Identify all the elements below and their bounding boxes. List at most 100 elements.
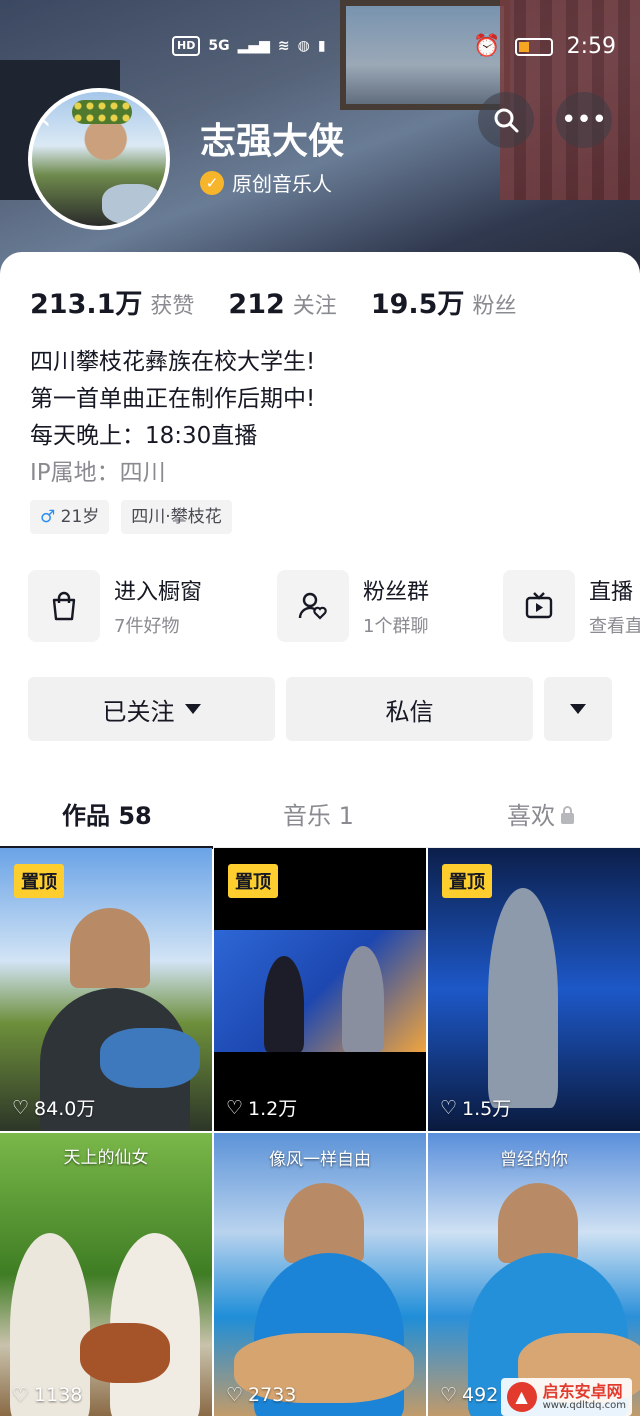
tab-likes[interactable]: 喜欢 xyxy=(507,796,574,831)
tab-works[interactable]: 作品 58 xyxy=(62,796,152,831)
shortcut-live-iconbox xyxy=(503,570,575,642)
like-count-value: 492 xyxy=(462,1384,499,1406)
like-count-value: 84.0万 xyxy=(34,1098,96,1120)
caret-down-icon xyxy=(570,704,586,714)
back-arrow-icon[interactable]: ‹ xyxy=(38,98,78,138)
like-count-value: 1.5万 xyxy=(462,1098,512,1120)
message-button[interactable]: 私信 xyxy=(286,677,533,741)
like-count: ♡ 1.5万 xyxy=(440,1094,511,1121)
wechat-icon: ◍ xyxy=(297,38,310,54)
video-caption: 曾经的你 xyxy=(500,1150,568,1170)
shortcut-row: 进入橱窗 7件好物 粉丝群 1个群聊 直播 查看直 xyxy=(28,570,640,642)
thumbnail-figure xyxy=(342,946,384,1052)
stat-likes-label: 获赞 xyxy=(150,294,195,319)
like-count-value: 2733 xyxy=(248,1384,297,1406)
stat-likes[interactable]: 213.1万 获赞 xyxy=(30,282,194,321)
profile-tags: ♂ 21岁 四川·攀枝花 xyxy=(30,500,232,534)
clock: 2:59 xyxy=(566,34,616,59)
heart-icon: ♡ xyxy=(440,1384,458,1406)
pinned-badge: 置顶 xyxy=(228,864,278,898)
fan-group-icon xyxy=(298,592,327,620)
network-type: 5G xyxy=(208,38,230,54)
watermark-title: 启东安卓网 xyxy=(542,1381,623,1401)
tab-music[interactable]: 音乐 1 xyxy=(283,796,354,831)
heart-icon: ♡ xyxy=(440,1096,458,1119)
pinned-badge: 置顶 xyxy=(14,864,64,898)
status-right: ⏰ 2:59 xyxy=(473,34,616,59)
video-thumbnail[interactable]: 曾经的你 ♡ 492 xyxy=(428,1133,640,1416)
caret-down-icon xyxy=(184,704,201,714)
tv-icon xyxy=(525,592,553,619)
video-thumbnail[interactable]: 天上的仙女 ♡ 1138 xyxy=(0,1133,212,1416)
site-watermark: ▲ 启东安卓网 www.qdltdq.com xyxy=(500,1378,632,1416)
alarm-icon: ⏰ xyxy=(473,34,501,59)
video-caption: 像风一样自由 xyxy=(269,1150,371,1170)
like-count-value: 1.2万 xyxy=(248,1098,298,1120)
video-thumbnail[interactable]: 置顶 ♡ 84.0万 xyxy=(0,848,212,1131)
watermark-text: 启东安卓网 www.qdltdq.com xyxy=(542,1381,626,1411)
ip-location: IP属地：四川 xyxy=(30,460,166,486)
thumbnail-guitar xyxy=(80,1323,170,1383)
stat-followers-value: 19.5万 xyxy=(370,289,465,320)
message-label: 私信 xyxy=(385,697,434,726)
shortcut-fan-group-subtitle: 1个群聊 xyxy=(363,616,429,637)
content-tabs: 作品 58 音乐 1 喜欢 xyxy=(0,780,640,849)
followed-button[interactable]: 已关注 xyxy=(28,677,275,741)
heart-icon: ♡ xyxy=(226,1384,244,1406)
shopping-bag-icon xyxy=(52,591,76,621)
bio-line: 第一首单曲正在制作后期中! xyxy=(30,386,316,412)
action-row: 已关注 私信 xyxy=(28,677,612,741)
thumbnail-figure xyxy=(284,1183,364,1263)
stat-following[interactable]: 212 关注 xyxy=(228,288,336,320)
age-label: 21岁 xyxy=(60,507,100,527)
profile-name: 志强大侠 xyxy=(200,121,345,162)
stat-following-label: 关注 xyxy=(292,294,337,319)
thumbnail-figure xyxy=(70,908,150,988)
watermark-logo-icon: ▲ xyxy=(506,1382,537,1412)
heart-icon: ♡ xyxy=(226,1096,244,1119)
verified-check-icon: ✓ xyxy=(200,170,224,195)
more-options-button[interactable] xyxy=(544,677,612,741)
thumbnail-figure xyxy=(264,956,304,1052)
stats-row: 213.1万 获赞 212 关注 19.5万 粉丝 xyxy=(30,282,550,321)
battery-icon xyxy=(514,37,553,56)
status-bar: HD 5G ▂▄▆ ≋ ◍ ▮ ⏰ 2:59 xyxy=(0,34,640,62)
gender-age-tag: ♂ 21岁 xyxy=(30,500,110,534)
bio-line: 四川攀枝花彝族在校大学生! xyxy=(30,349,316,375)
more-button[interactable]: ••• xyxy=(556,92,612,148)
tab-likes-label: 喜欢 xyxy=(507,802,555,830)
bio-line: 每天晚上：18:30直播 xyxy=(30,423,258,449)
watermark-url: www.qdltdq.com xyxy=(542,1399,626,1411)
video-thumbnail[interactable]: 像风一样自由 ♡ 2733 xyxy=(214,1133,426,1416)
avatar-guitar xyxy=(102,184,162,224)
search-button[interactable] xyxy=(478,92,534,148)
like-count-value: 1138 xyxy=(34,1384,83,1406)
stat-followers-label: 粉丝 xyxy=(472,294,517,319)
video-grid: 置顶 ♡ 84.0万 置顶 ♡ 1.2万 置顶 ♡ 1.5万 天上的仙女 ♡ 1138 … xyxy=(0,848,640,1422)
voice-icon: ≋ xyxy=(277,38,290,54)
video-thumbnail[interactable]: 置顶 ♡ 1.2万 xyxy=(214,848,426,1131)
like-count: ♡ 84.0万 xyxy=(12,1094,95,1121)
like-count: ♡ 1138 xyxy=(12,1384,82,1406)
video-thumbnail[interactable]: 置顶 ♡ 1.5万 xyxy=(428,848,640,1131)
thumbnail-tv-stage xyxy=(214,930,426,1052)
lock-icon xyxy=(561,806,574,824)
shortcut-showcase-title: 进入橱窗 xyxy=(114,580,203,605)
heart-icon: ♡ xyxy=(12,1384,30,1406)
bio: 四川攀枝花彝族在校大学生! 第一首单曲正在制作后期中! 每天晚上：18:30直播… xyxy=(30,344,315,492)
like-count: ♡ 1.2万 xyxy=(226,1094,297,1121)
heart-icon: ♡ xyxy=(12,1096,30,1119)
stat-followers[interactable]: 19.5万 粉丝 xyxy=(371,282,517,321)
more-icon: ••• xyxy=(560,105,607,135)
shortcut-live-subtitle: 查看直 xyxy=(589,616,640,637)
shortcut-showcase-subtitle: 7件好物 xyxy=(114,616,180,637)
shortcut-fan-group-iconbox xyxy=(277,570,349,642)
pinned-badge: 置顶 xyxy=(442,864,492,898)
like-count: ♡ 492 xyxy=(440,1384,498,1406)
location-tag: 四川·攀枝花 xyxy=(121,500,232,534)
notification-icon: ▮ xyxy=(317,38,326,54)
status-left: HD 5G ▂▄▆ ≋ ◍ ▮ xyxy=(172,36,326,56)
followed-label: 已关注 xyxy=(102,697,175,726)
thumbnail-figure xyxy=(488,888,558,1108)
shortcut-fan-group-title: 粉丝群 xyxy=(363,580,430,605)
